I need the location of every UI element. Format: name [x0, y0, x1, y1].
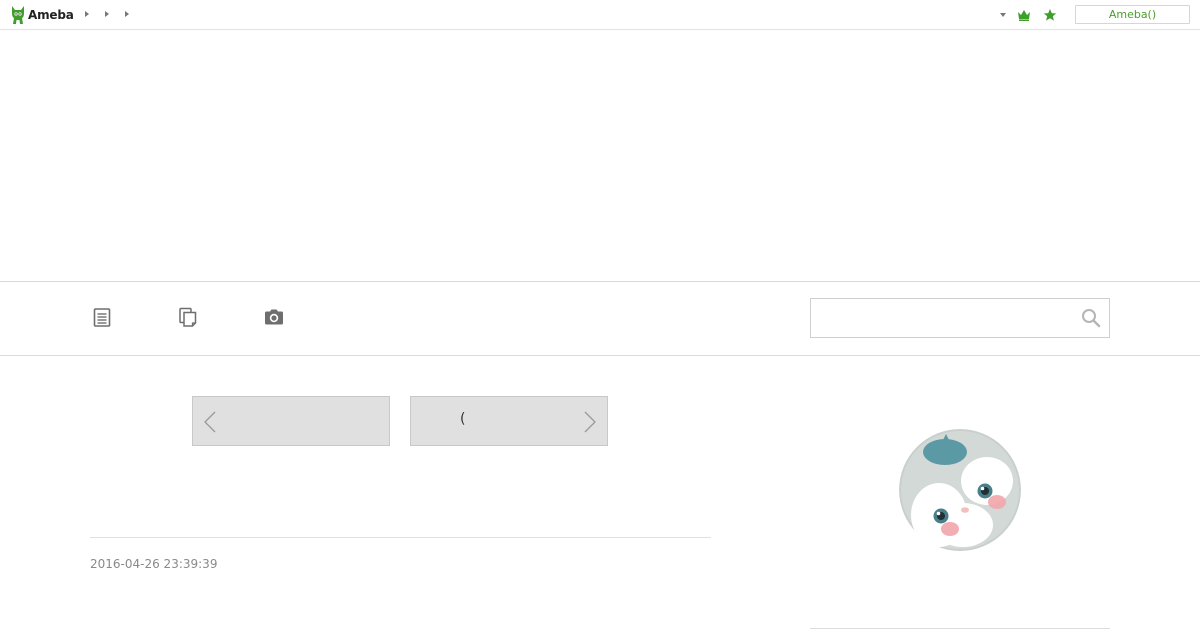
crown-icon[interactable]: [1017, 8, 1031, 22]
dropdown-arrow-icon[interactable]: [1000, 13, 1006, 17]
breadcrumb-arrow-icon[interactable]: [125, 11, 129, 17]
previous-entry-button[interactable]: [192, 396, 390, 446]
avatar-image: [899, 429, 1021, 551]
breadcrumb-arrow-icon[interactable]: [85, 11, 89, 17]
profile-avatar[interactable]: [899, 429, 1021, 551]
blog-search-box: [810, 298, 1110, 338]
themes-copy-icon[interactable]: [177, 306, 199, 328]
chevron-left-icon: [204, 411, 216, 433]
search-icon[interactable]: [1081, 308, 1101, 328]
entry-date: 2016-04-26 23:39:39: [90, 557, 218, 571]
search-input[interactable]: [811, 299, 1071, 337]
breadcrumb-arrow-icon[interactable]: [105, 11, 109, 17]
ameba-logo-icon: [12, 6, 24, 24]
entries-list-icon[interactable]: [91, 306, 113, 328]
next-entry-label: (: [460, 411, 466, 427]
star-icon[interactable]: [1043, 8, 1057, 22]
camera-icon[interactable]: [263, 306, 285, 328]
content-divider: [90, 537, 711, 538]
global-header: Ameba Ameba(): [0, 0, 1200, 30]
sidebar-divider: [810, 628, 1110, 629]
logo-text: Ameba: [28, 8, 74, 22]
ameba-account-button[interactable]: Ameba(): [1075, 5, 1190, 24]
ameba-logo[interactable]: Ameba: [10, 5, 74, 25]
blog-navigation: [0, 281, 1200, 356]
chevron-right-icon: [584, 411, 596, 433]
next-entry-button[interactable]: (: [410, 396, 608, 446]
